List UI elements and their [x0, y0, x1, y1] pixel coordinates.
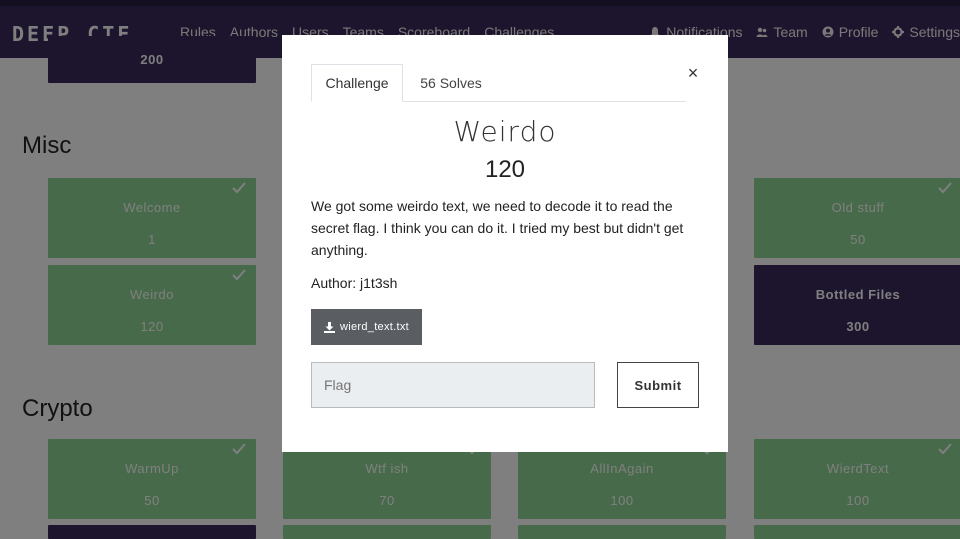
file-download-button[interactable]: wierd_text.txt [311, 309, 422, 345]
challenge-title: Weirdo [453, 115, 557, 148]
submit-button[interactable]: Submit [617, 362, 699, 408]
file-name: wierd_text.txt [339, 321, 409, 333]
challenge-description: We got some weirdo text, we need to deco… [311, 198, 684, 258]
modal-tabs: Challenge 56 Solves [311, 64, 686, 102]
challenge-author: Author: j1t3sh [311, 275, 398, 291]
tab-solves[interactable]: 56 Solves [411, 64, 491, 101]
challenge-value: 120 [484, 156, 526, 183]
download-icon [323, 321, 335, 333]
close-button[interactable]: × [685, 64, 701, 82]
tab-challenge[interactable]: Challenge [311, 64, 403, 102]
flag-input[interactable] [311, 362, 595, 408]
challenge-modal: Challenge 56 Solves × Weirdo 120 We got … [282, 35, 728, 452]
